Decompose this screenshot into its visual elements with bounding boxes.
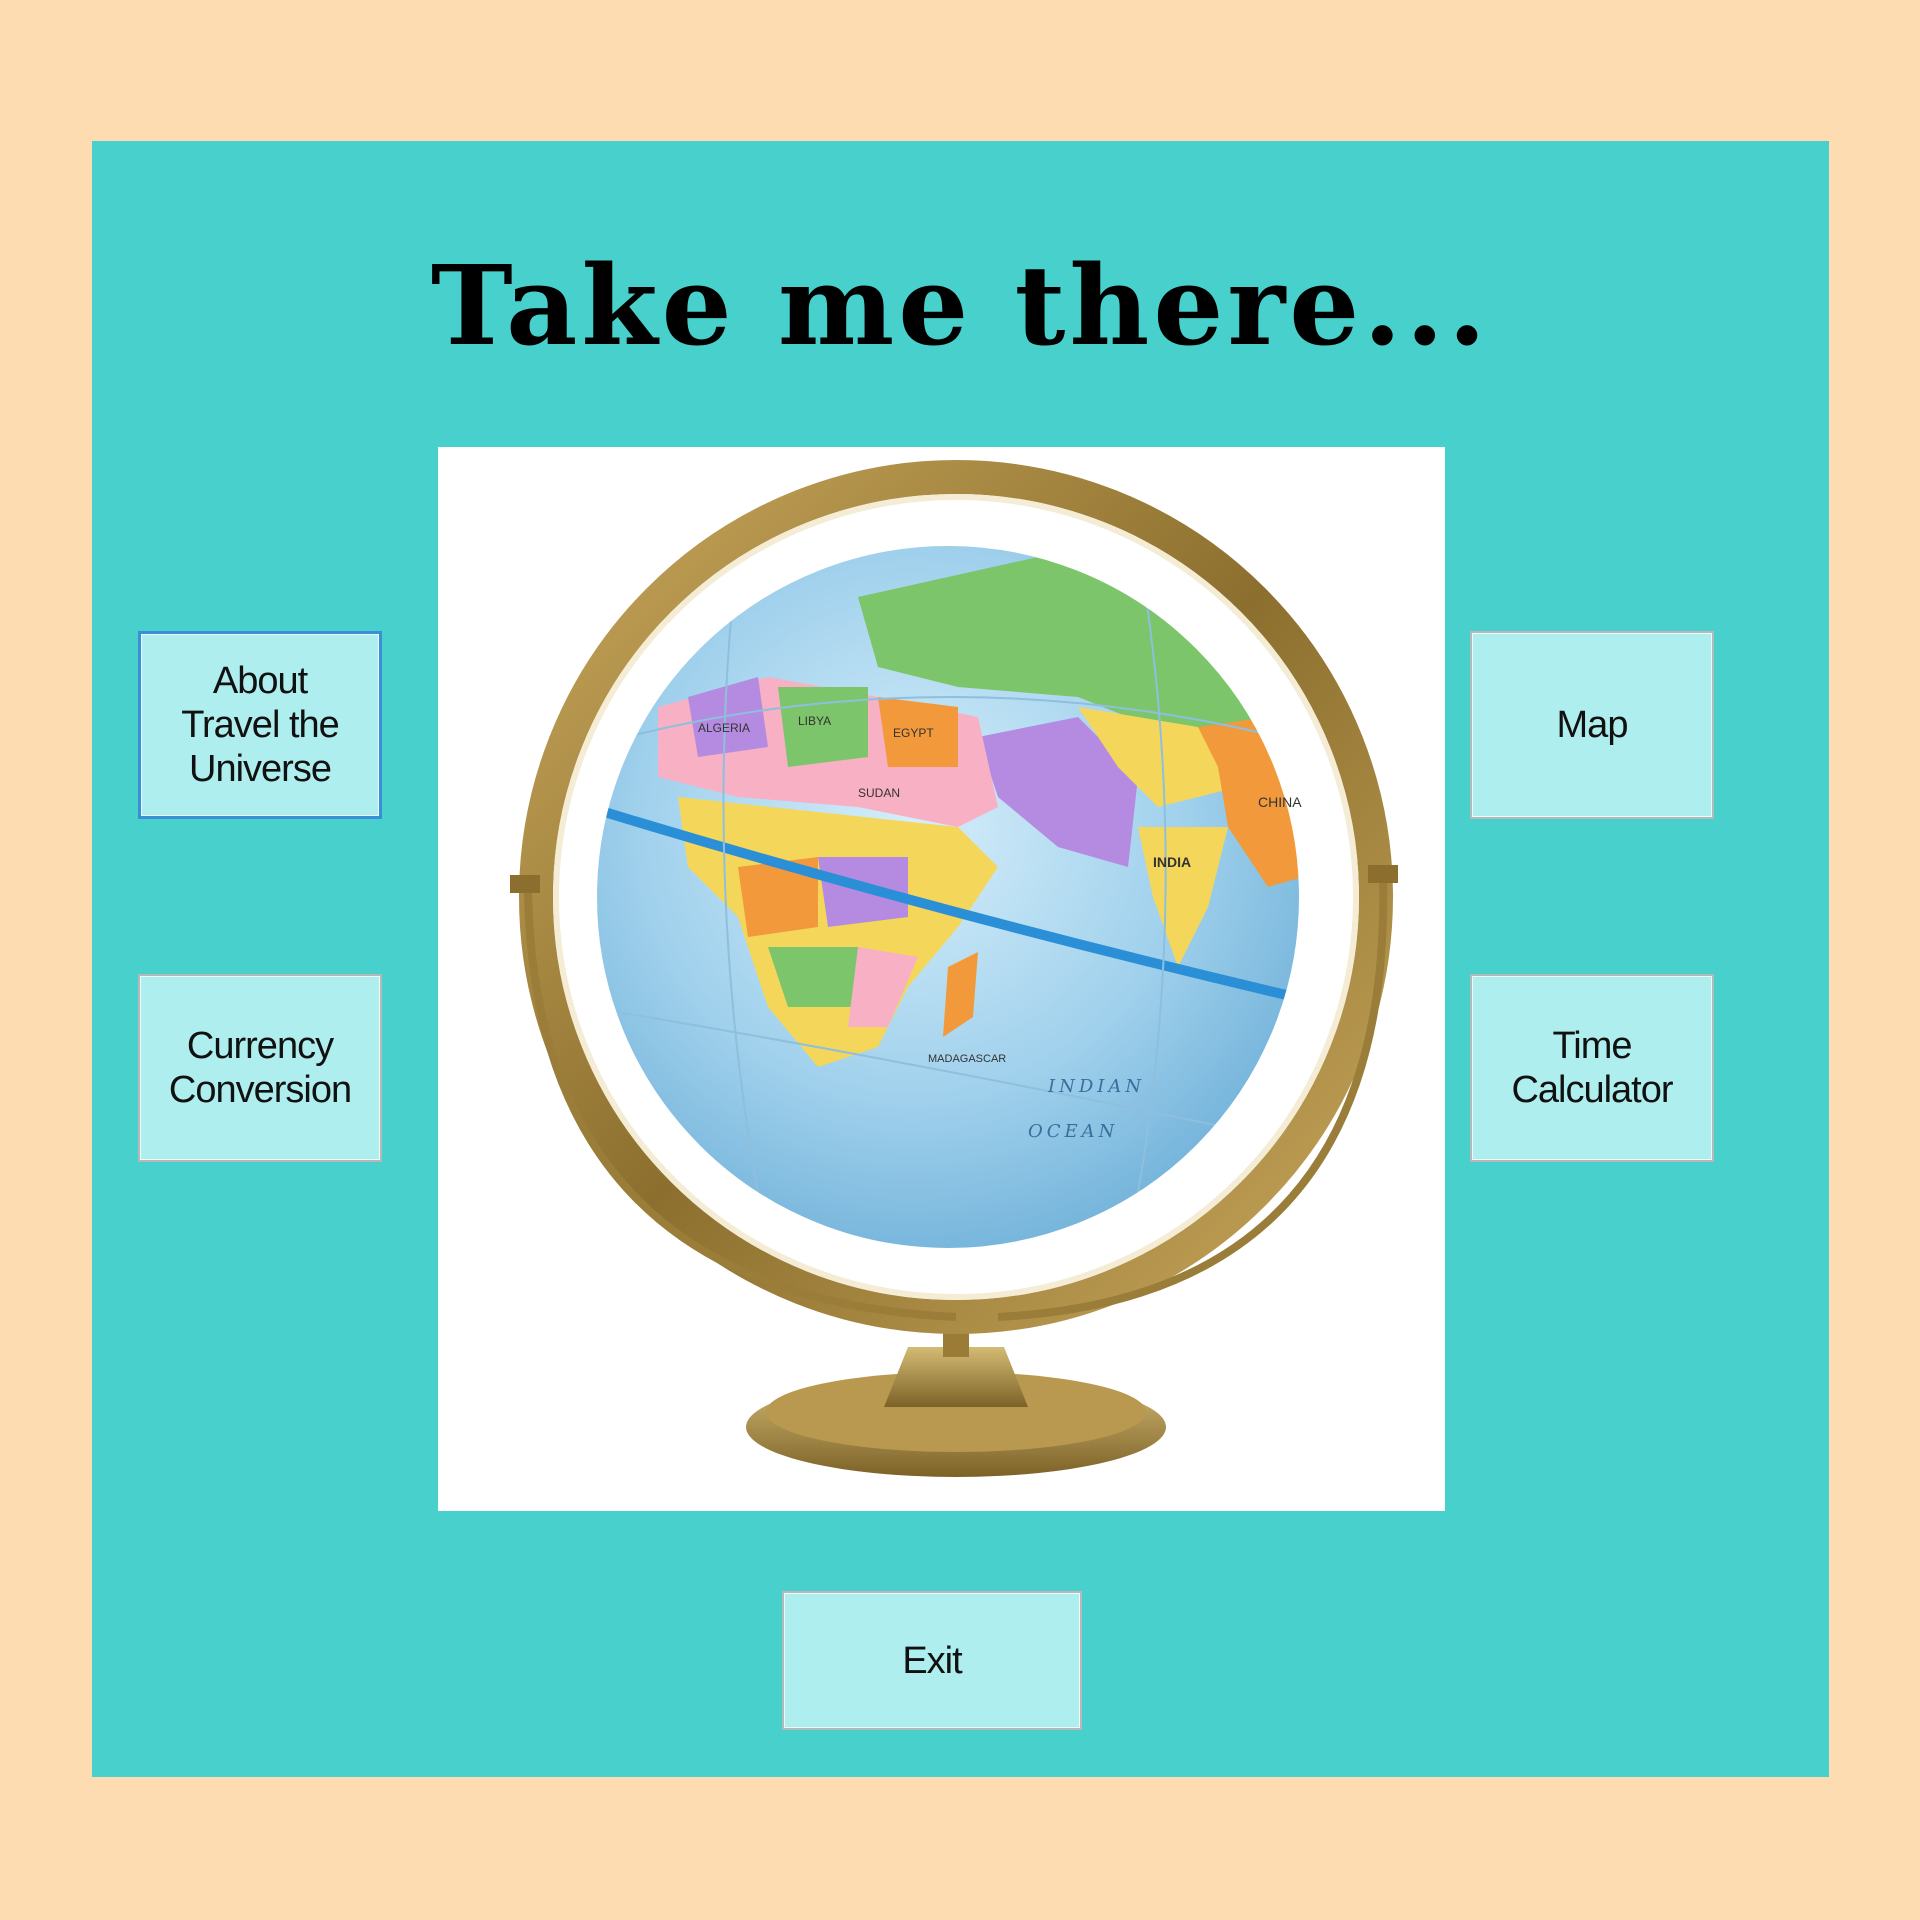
currency-conversion-button[interactable]: Currency Conversion — [138, 974, 382, 1162]
map-label-china: CHINA — [1258, 794, 1302, 810]
map-button[interactable]: Map — [1470, 631, 1714, 819]
time-calculator-button[interactable]: Time Calculator — [1470, 974, 1714, 1162]
map-label-indian-ocean-1: INDIAN — [1047, 1076, 1145, 1097]
map-label-libya: LIBYA — [798, 714, 831, 728]
map-label-madagascar: MADAGASCAR — [928, 1053, 1006, 1065]
globe-image: ALGERIA LIBYA EGYPT SUDAN INDIA CHINA MA… — [438, 447, 1445, 1511]
globe-icon: ALGERIA LIBYA EGYPT SUDAN INDIA CHINA MA… — [510, 460, 1398, 1477]
map-label-indian-ocean-2: OCEAN — [1028, 1121, 1118, 1142]
page-title: Take me there... — [430, 241, 1491, 370]
map-label-sudan: SUDAN — [858, 786, 900, 800]
about-button[interactable]: About Travel the Universe — [138, 631, 382, 819]
exit-button[interactable]: Exit — [782, 1591, 1082, 1730]
map-label-algeria: ALGERIA — [698, 721, 750, 735]
main-window-panel: Take me there... ALGERIA LIBYA EGYPT SUD… — [92, 141, 1829, 1777]
map-label-egypt: EGYPT — [893, 726, 934, 740]
map-label-india: INDIA — [1153, 854, 1191, 870]
